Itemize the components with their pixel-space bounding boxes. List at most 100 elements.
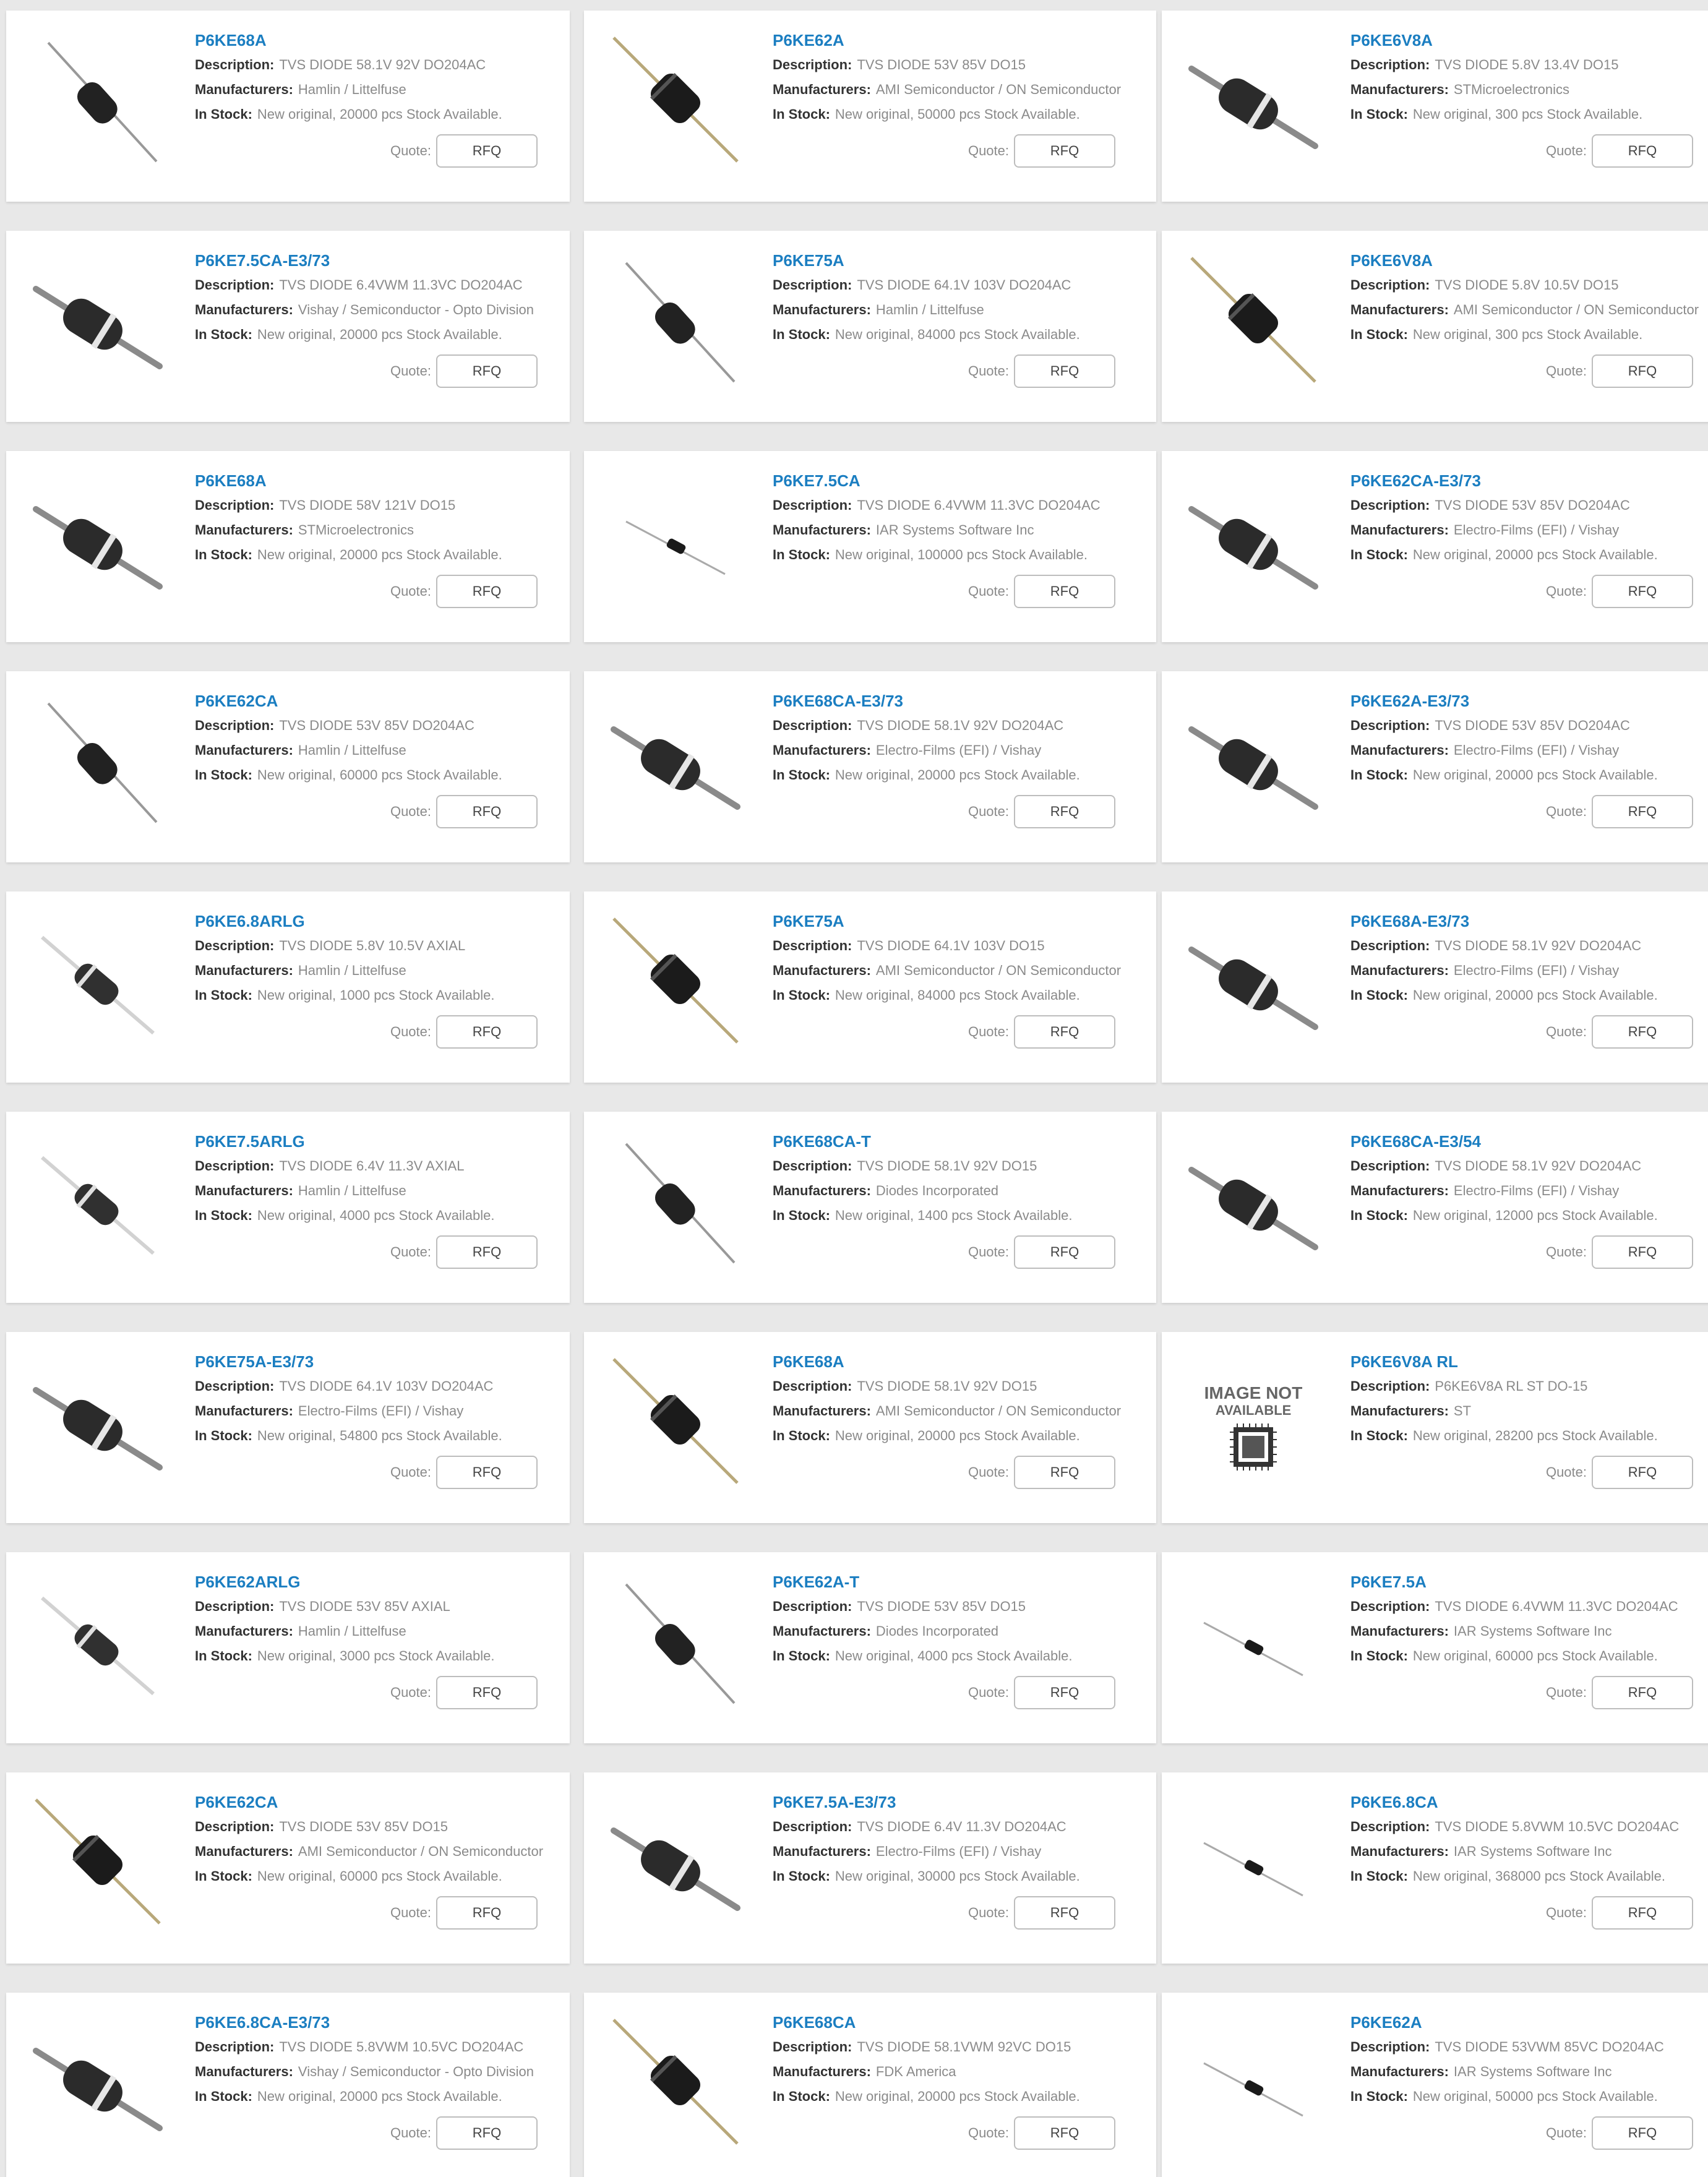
rfq-button[interactable]: RFQ xyxy=(436,354,538,388)
rfq-button[interactable]: RFQ xyxy=(1592,795,1693,828)
product-image[interactable] xyxy=(30,1353,166,1489)
rfq-button[interactable]: RFQ xyxy=(1014,575,1115,608)
rfq-button[interactable]: RFQ xyxy=(1014,354,1115,388)
product-image[interactable] xyxy=(30,32,166,168)
stock-status: In Stock: New original, 20000 pcs Stock A… xyxy=(1350,543,1708,567)
part-number-link[interactable]: P6KE62A xyxy=(773,28,1138,53)
manufacturer: Manufacturers: AMI Semiconductor / ON Sem… xyxy=(1350,298,1708,322)
part-number-link[interactable]: P6KE7.5CA xyxy=(773,468,1138,493)
stock-status: In Stock: New original, 60000 pcs Stock A… xyxy=(1350,1644,1708,1668)
part-number-link[interactable]: P6KE68CA-T xyxy=(773,1129,1138,1154)
part-number-link[interactable]: P6KE6V8A xyxy=(1350,248,1708,273)
product-info: P6KE7.5ARLG Description: TVS DIODE 6.4V 11… xyxy=(195,1129,560,1269)
product-image[interactable] xyxy=(1185,252,1321,388)
product-image[interactable] xyxy=(30,1133,166,1269)
rfq-button[interactable]: RFQ xyxy=(1592,1456,1693,1489)
part-number-link[interactable]: P6KE62A xyxy=(1350,2010,1708,2035)
rfq-button[interactable]: RFQ xyxy=(1014,1015,1115,1049)
product-image[interactable] xyxy=(30,1573,166,1709)
part-number-link[interactable]: P6KE75A-E3/73 xyxy=(195,1349,560,1374)
part-number-link[interactable]: P6KE68A-E3/73 xyxy=(1350,909,1708,934)
part-number-link[interactable]: P6KE62A-E3/73 xyxy=(1350,689,1708,713)
part-number-link[interactable]: P6KE62ARLG xyxy=(195,1569,560,1594)
part-number-link[interactable]: P6KE68CA-E3/54 xyxy=(1350,1129,1708,1154)
manufacturer-value: ST xyxy=(1453,1403,1472,1419)
rfq-button[interactable]: RFQ xyxy=(1014,2116,1115,2150)
part-number-link[interactable]: P6KE75A xyxy=(773,909,1138,934)
part-number-link[interactable]: P6KE68CA xyxy=(773,2010,1138,2035)
rfq-button[interactable]: RFQ xyxy=(436,1235,538,1269)
rfq-button[interactable]: RFQ xyxy=(436,795,538,828)
product-image[interactable] xyxy=(607,252,744,388)
rfq-button[interactable]: RFQ xyxy=(1592,575,1693,608)
rfq-button[interactable]: RFQ xyxy=(1592,2116,1693,2150)
rfq-button[interactable]: RFQ xyxy=(1014,795,1115,828)
part-number-link[interactable]: P6KE68A xyxy=(773,1349,1138,1374)
part-number-link[interactable]: P6KE6.8ARLG xyxy=(195,909,560,934)
part-number-link[interactable]: P6KE7.5CA-E3/73 xyxy=(195,248,560,273)
rfq-button[interactable]: RFQ xyxy=(1592,134,1693,168)
part-number-link[interactable]: P6KE6.8CA xyxy=(1350,1790,1708,1814)
part-number-link[interactable]: P6KE68CA-E3/73 xyxy=(773,689,1138,713)
rfq-button[interactable]: RFQ xyxy=(1014,134,1115,168)
product-image[interactable] xyxy=(1185,1573,1321,1709)
rfq-button[interactable]: RFQ xyxy=(1592,354,1693,388)
product-image[interactable] xyxy=(607,912,744,1049)
part-number-link[interactable]: P6KE6V8A xyxy=(1350,28,1708,53)
rfq-button[interactable]: RFQ xyxy=(436,1015,538,1049)
part-number-link[interactable]: P6KE62CA xyxy=(195,1790,560,1814)
rfq-button[interactable]: RFQ xyxy=(1014,1676,1115,1709)
product-image[interactable] xyxy=(607,1133,744,1269)
product-image[interactable] xyxy=(607,32,744,168)
rfq-button[interactable]: RFQ xyxy=(436,1456,538,1489)
part-number-link[interactable]: P6KE6V8A RL xyxy=(1350,1349,1708,1374)
product-image[interactable] xyxy=(607,1793,744,1930)
product-image[interactable] xyxy=(30,252,166,388)
part-number-link[interactable]: P6KE7.5A xyxy=(1350,1569,1708,1594)
product-image[interactable] xyxy=(1185,1793,1321,1930)
product-image[interactable] xyxy=(30,912,166,1049)
product-image[interactable]: IMAGE NOT AVAILABLE xyxy=(1185,1353,1321,1489)
rfq-button[interactable]: RFQ xyxy=(1592,1676,1693,1709)
product-image[interactable] xyxy=(1185,692,1321,828)
product-image[interactable] xyxy=(1185,32,1321,168)
rfq-button[interactable]: RFQ xyxy=(1592,1015,1693,1049)
product-image[interactable] xyxy=(30,1793,166,1930)
part-number-link[interactable]: P6KE7.5ARLG xyxy=(195,1129,560,1154)
rfq-button[interactable]: RFQ xyxy=(436,575,538,608)
product-image[interactable] xyxy=(607,692,744,828)
product-image[interactable] xyxy=(30,472,166,608)
rfq-button[interactable]: RFQ xyxy=(1014,1456,1115,1489)
product-image[interactable] xyxy=(607,1573,744,1709)
part-number-link[interactable]: P6KE68A xyxy=(195,468,560,493)
product-image[interactable] xyxy=(30,692,166,828)
product-image[interactable] xyxy=(607,1353,744,1489)
rfq-button[interactable]: RFQ xyxy=(1592,1896,1693,1930)
product-image[interactable] xyxy=(1185,912,1321,1049)
product-card: P6KE6.8CA Description: TVS DIODE 5.8VWM 10… xyxy=(1162,1772,1708,1964)
rfq-button[interactable]: RFQ xyxy=(1014,1235,1115,1269)
part-number-link[interactable]: P6KE62CA-E3/73 xyxy=(1350,468,1708,493)
product-image[interactable] xyxy=(607,472,744,608)
part-number-link[interactable]: P6KE6.8CA-E3/73 xyxy=(195,2010,560,2035)
product-image[interactable] xyxy=(607,2014,744,2150)
product-image[interactable] xyxy=(1185,1133,1321,1269)
manufacturer-value: AMI Semiconductor / ON Semiconductor xyxy=(1453,302,1699,317)
description: Description: TVS DIODE 6.4V 11.3V AXIAL xyxy=(195,1154,560,1179)
product-image[interactable] xyxy=(1185,472,1321,608)
rfq-button[interactable]: RFQ xyxy=(1592,1235,1693,1269)
part-number-link[interactable]: P6KE68A xyxy=(195,28,560,53)
part-number-link[interactable]: P6KE62A-T xyxy=(773,1569,1138,1594)
part-number-link[interactable]: P6KE62CA xyxy=(195,689,560,713)
quote-row: Quote: RFQ xyxy=(1350,575,1708,608)
rfq-button[interactable]: RFQ xyxy=(436,1676,538,1709)
product-image[interactable] xyxy=(30,2014,166,2150)
part-number-link[interactable]: P6KE75A xyxy=(773,248,1138,273)
rfq-button[interactable]: RFQ xyxy=(436,1896,538,1930)
part-number-link[interactable]: P6KE7.5A-E3/73 xyxy=(773,1790,1138,1814)
product-image[interactable] xyxy=(1185,2014,1321,2150)
rfq-button[interactable]: RFQ xyxy=(1014,1896,1115,1930)
rfq-button[interactable]: RFQ xyxy=(436,2116,538,2150)
description: Description: TVS DIODE 6.4VWM 11.3VC DO20… xyxy=(773,493,1138,518)
rfq-button[interactable]: RFQ xyxy=(436,134,538,168)
